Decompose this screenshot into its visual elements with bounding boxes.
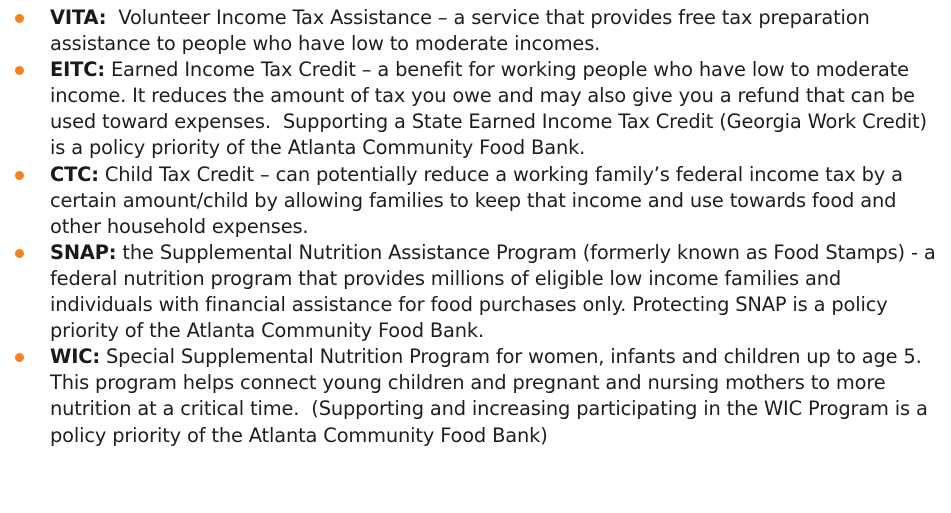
term-description: Special Supplemental Nutrition Program f… — [50, 345, 934, 447]
program-definitions-list: VITA: Volunteer Income Tax Assistance – … — [0, 5, 951, 449]
list-item-wic: WIC: Special Supplemental Nutrition Prog… — [0, 344, 951, 448]
term-description: the Supplemental Nutrition Assistance Pr… — [50, 240, 942, 343]
list-item-ctc: CTC: Child Tax Credit – can potentially … — [0, 162, 951, 240]
bullet-icon — [15, 170, 24, 180]
list-item-snap: SNAP: the Supplemental Nutrition Assista… — [0, 240, 951, 344]
bullet-icon — [15, 66, 24, 76]
term-label: VITA: — [50, 6, 107, 29]
term-label: SNAP: — [50, 240, 117, 264]
list-item-eitc: EITC: Earned Income Tax Credit – a benef… — [0, 57, 951, 161]
bullet-icon — [15, 14, 24, 23]
term-description: Volunteer Income Tax Assistance – a serv… — [50, 6, 876, 56]
term-label: EITC: — [50, 58, 105, 82]
term-description: Earned Income Tax Credit – a benefit for… — [50, 58, 933, 160]
term-label: WIC: — [50, 345, 100, 369]
term-label: CTC: — [50, 162, 99, 186]
bullet-icon — [15, 248, 24, 258]
list-item-vita: VITA: Volunteer Income Tax Assistance – … — [0, 5, 951, 57]
bullet-icon — [15, 353, 24, 363]
term-description: Child Tax Credit – can potentially reduc… — [50, 162, 909, 238]
